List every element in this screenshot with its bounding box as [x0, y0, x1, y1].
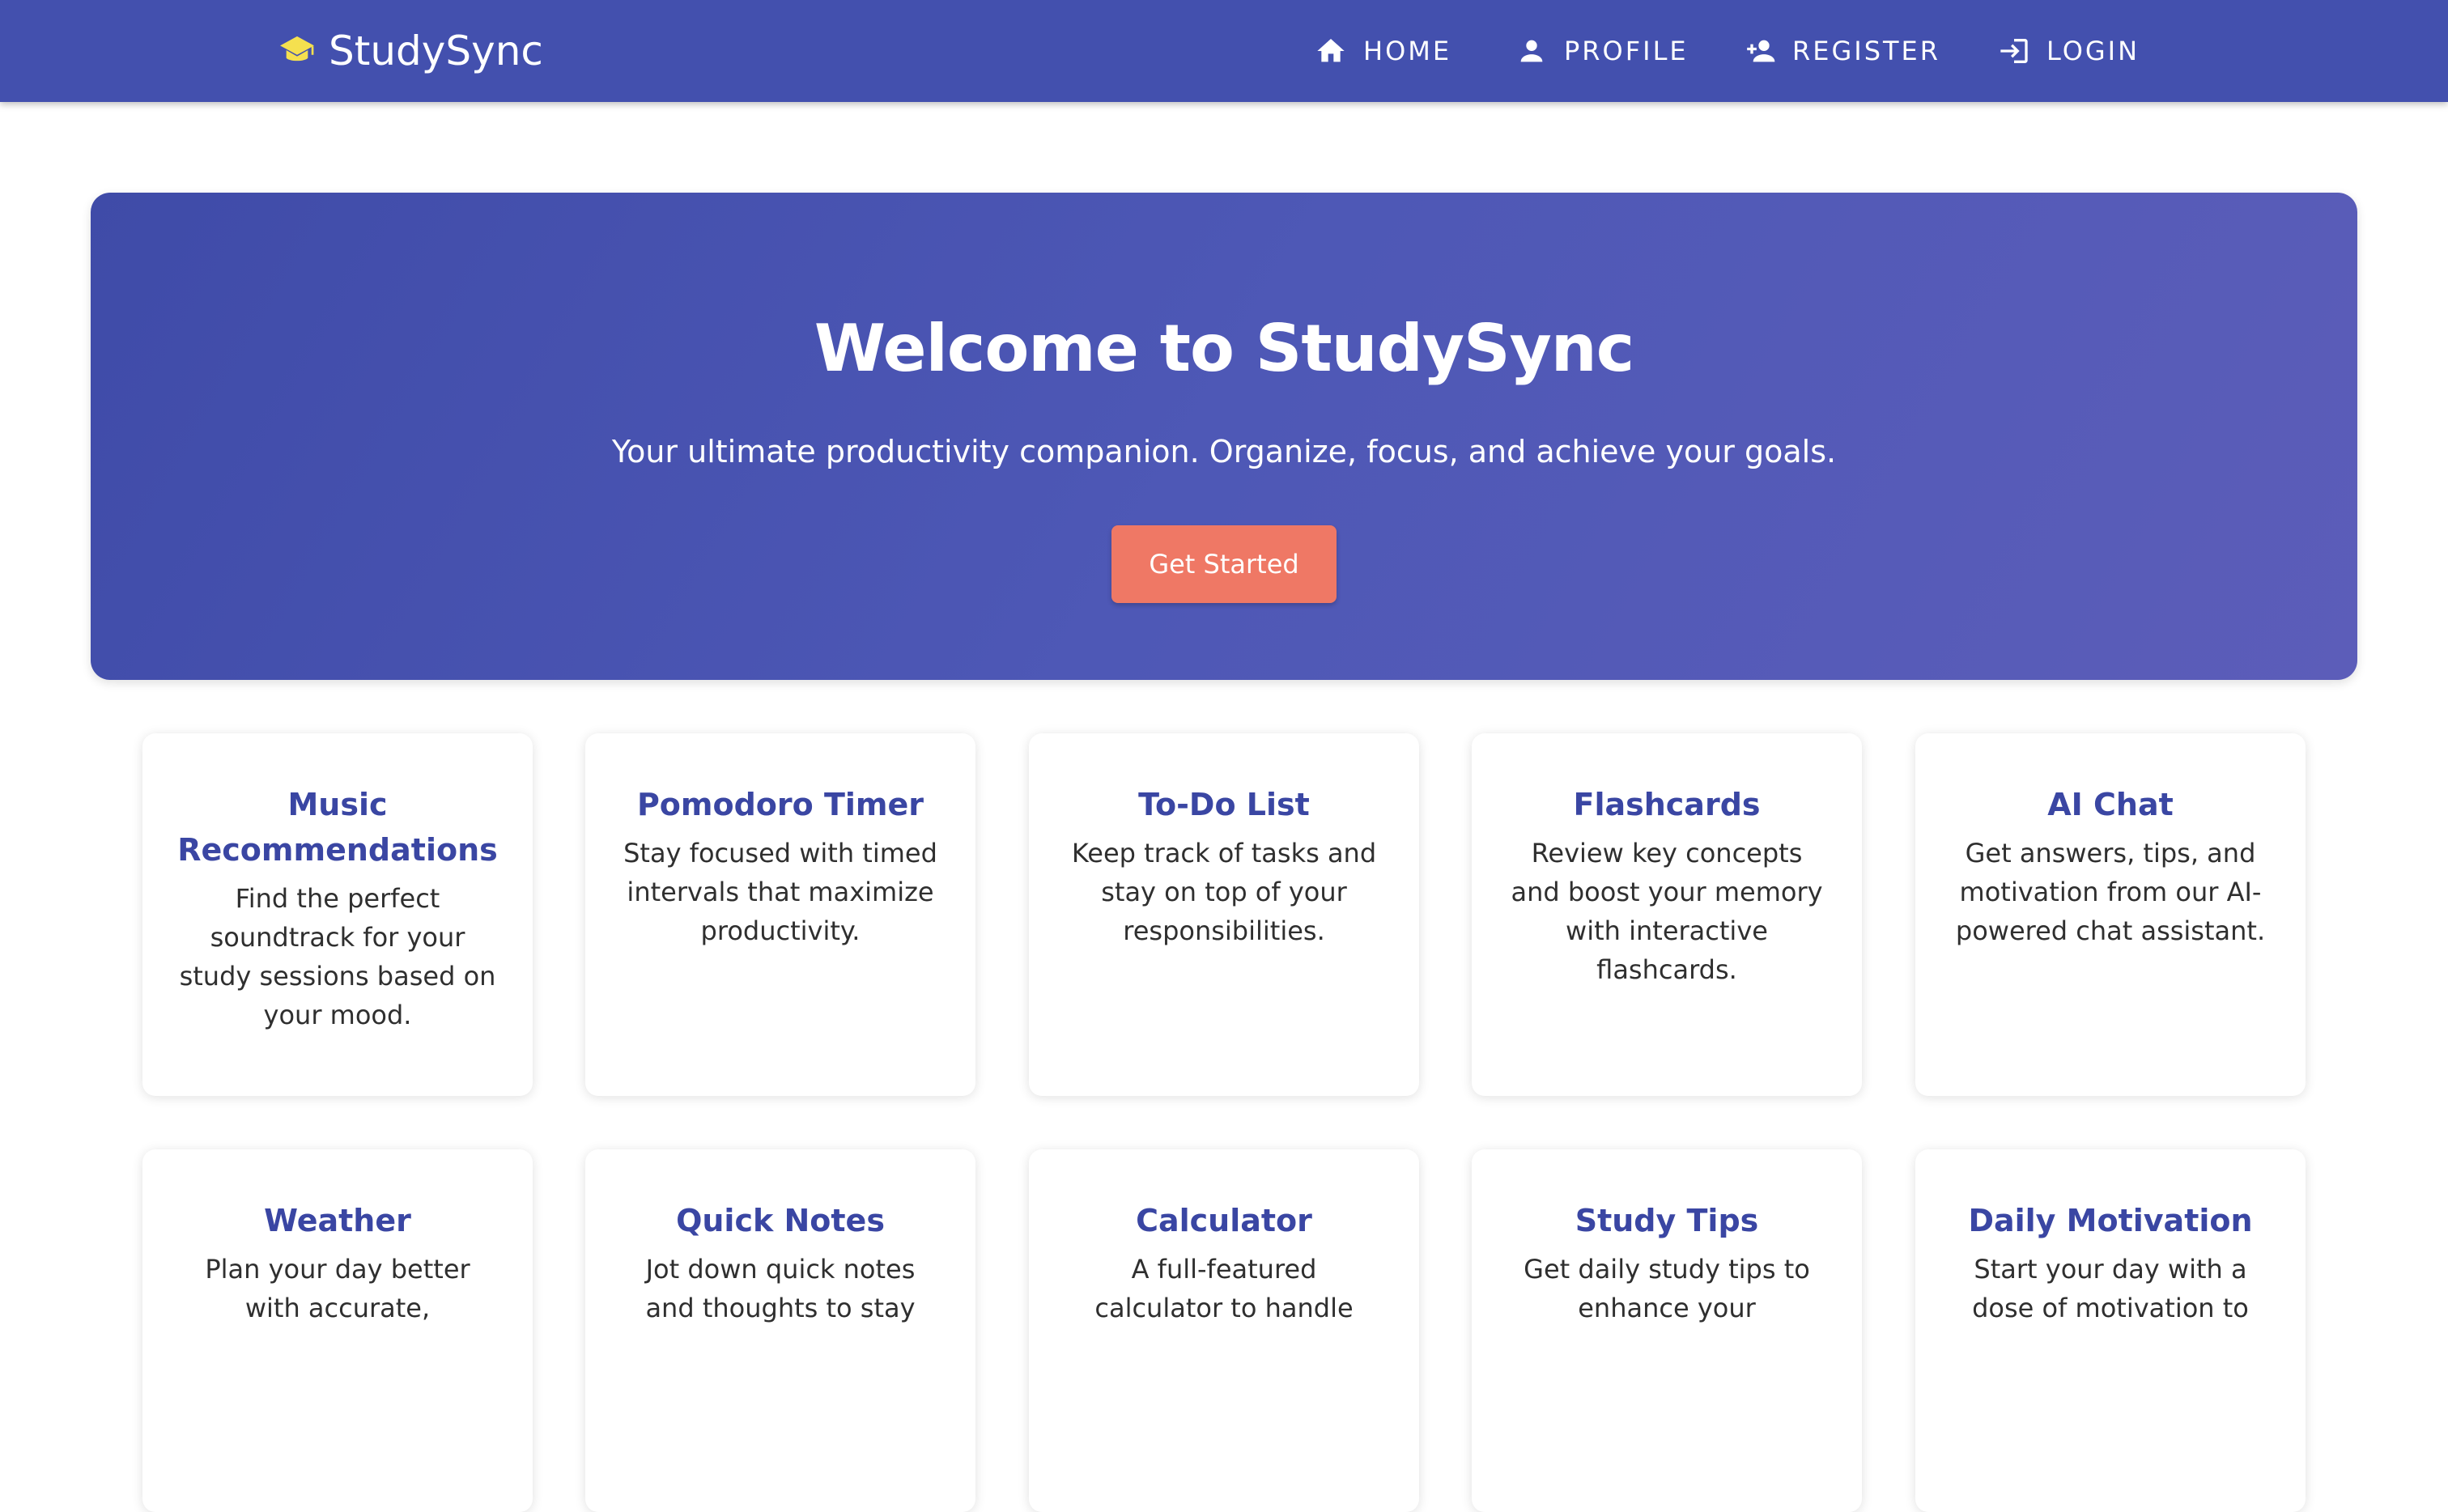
card-description: A full-featured calculator to handle [1094, 1254, 1354, 1323]
card-description: Jot down quick notes and thoughts to sta… [645, 1254, 916, 1323]
feature-card-daily-motivation[interactable]: Daily Motivation Start your day with a d… [1915, 1149, 2306, 1512]
card-description: Start your day with a dose of motivation… [1972, 1254, 2249, 1323]
nav-login[interactable]: LOGIN [1998, 31, 2140, 71]
feature-card-ai-chat[interactable]: AI Chat Get answers, tips, and motivatio… [1915, 733, 2306, 1096]
login-icon [2000, 39, 2028, 63]
feature-card-flashcards[interactable]: Flashcards Review key concepts and boost… [1472, 733, 1862, 1096]
card-description: Get answers, tips, and motivation from o… [1955, 838, 2266, 946]
feature-card-todo-list[interactable]: To-Do List Keep track of tasks and stay … [1029, 733, 1419, 1096]
card-title: Music Recommendations [177, 787, 498, 868]
card-title: Study Tips [1575, 1203, 1759, 1238]
card-title: Quick Notes [676, 1203, 885, 1238]
card-title: Pomodoro Timer [636, 787, 924, 822]
person-icon [1520, 40, 1543, 62]
feature-card-calculator[interactable]: Calculator A full-featured calculator to… [1029, 1149, 1419, 1512]
get-started-button[interactable]: Get Started [1111, 525, 1337, 603]
card-description: Review key concepts and boost your memor… [1511, 838, 1823, 985]
hero-title: Welcome to StudySync [814, 311, 1634, 386]
nav-home[interactable]: HOME [1315, 31, 1451, 71]
nav-profile[interactable]: PROFILE [1515, 31, 1689, 71]
card-description: Find the perfect soundtrack for your stu… [179, 883, 496, 1030]
feature-card-study-tips[interactable]: Study Tips Get daily study tips to enhan… [1472, 1149, 1862, 1512]
card-description: Plan your day better with accurate, [205, 1254, 470, 1323]
nav-register[interactable]: REGISTER [1744, 31, 1940, 71]
nav-profile-label: PROFILE [1564, 36, 1689, 66]
nav-login-label: LOGIN [2046, 36, 2140, 66]
brand-logo-link[interactable]: StudySync [278, 24, 543, 78]
feature-card-quick-notes[interactable]: Quick Notes Jot down quick notes and tho… [585, 1149, 975, 1512]
card-title: Weather [264, 1203, 411, 1238]
card-title: To-Do List [1138, 787, 1310, 822]
nav-register-label: REGISTER [1792, 36, 1940, 66]
card-description: Stay focused with timed intervals that m… [623, 838, 937, 946]
card-title: AI Chat [2047, 787, 2174, 822]
card-description: Keep track of tasks and stay on top of y… [1071, 838, 1377, 946]
card-description: Get daily study tips to enhance your [1524, 1254, 1810, 1323]
card-title: Flashcards [1573, 787, 1761, 822]
feature-card-pomodoro-timer[interactable]: Pomodoro Timer Stay focused with timed i… [585, 733, 975, 1096]
person-add-icon [1747, 40, 1775, 62]
feature-card-weather[interactable]: Weather Plan your day better with accura… [142, 1149, 533, 1512]
brand-name: StudySync [329, 28, 543, 74]
home-icon [1317, 39, 1345, 62]
feature-card-music-recommendations[interactable]: Music Recommendations Find the perfect s… [142, 733, 533, 1096]
hero-banner: Welcome to StudySync Your ultimate produ… [91, 193, 2357, 680]
hero-subtitle: Your ultimate productivity companion. Or… [611, 434, 1837, 469]
nav-home-label: HOME [1363, 36, 1452, 66]
graduation-cap-icon [280, 36, 314, 62]
card-title: Calculator [1136, 1203, 1312, 1238]
top-navbar: StudySync HOME PROFILE REGISTER LOGIN [0, 0, 2448, 102]
card-title: Daily Motivation [1968, 1203, 2253, 1238]
